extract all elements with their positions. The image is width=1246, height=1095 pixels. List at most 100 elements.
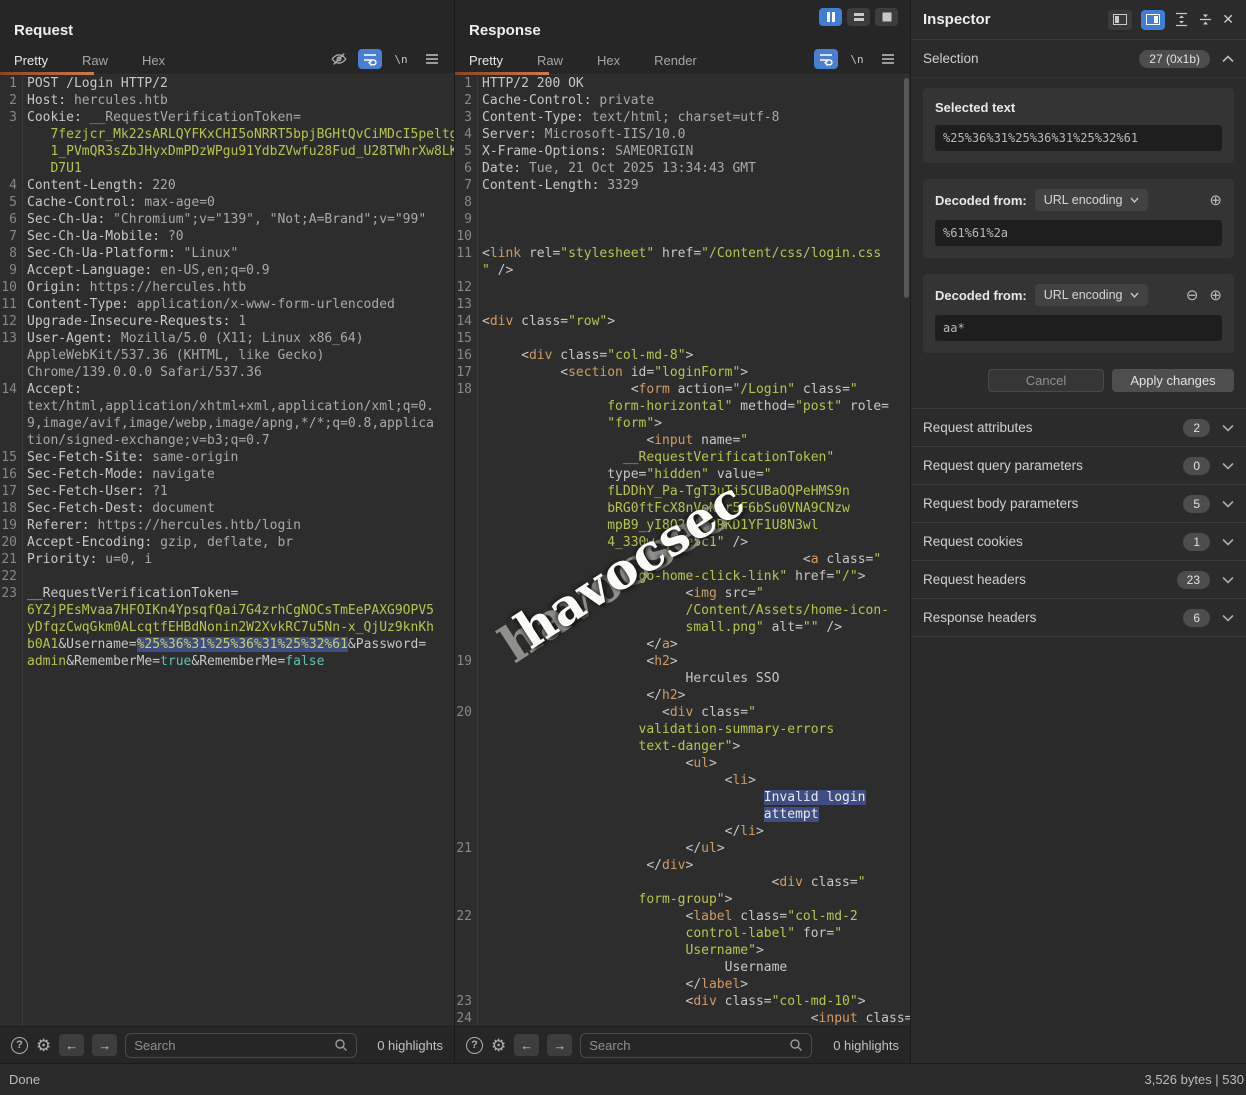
- editor-menu-icon[interactable]: [876, 49, 900, 69]
- request-editor-icons: \n: [327, 49, 444, 69]
- expand-all-icon[interactable]: [1174, 12, 1189, 27]
- chevron-down-icon[interactable]: [1222, 576, 1234, 584]
- code-line: <li>: [455, 772, 910, 789]
- chevron-up-icon[interactable]: [1222, 55, 1234, 63]
- section-request-query-parameters[interactable]: Request query parameters0: [911, 447, 1246, 485]
- response-search-input[interactable]: [589, 1038, 783, 1053]
- decoded-value[interactable]: %61%61%2a: [935, 220, 1222, 246]
- code-line: <ul>: [455, 755, 910, 772]
- hide-invisibles-icon[interactable]: [327, 49, 351, 69]
- remove-decoder-icon[interactable]: ⊖: [1186, 288, 1199, 303]
- encoding-select[interactable]: URL encoding: [1035, 189, 1148, 211]
- layout-rows-icon[interactable]: [847, 8, 870, 26]
- code-line: type="hidden" value=": [455, 466, 910, 483]
- line-number: [455, 925, 472, 942]
- request-highlight-count: 0 highlights: [377, 1038, 443, 1053]
- tab-hex[interactable]: Hex: [597, 53, 620, 68]
- prev-match-button[interactable]: ←: [514, 1034, 539, 1056]
- help-icon[interactable]: ?: [11, 1037, 28, 1054]
- next-match-button[interactable]: →: [92, 1034, 117, 1056]
- section-request-headers[interactable]: Request headers23: [911, 561, 1246, 599]
- line-number: [0, 432, 17, 449]
- encoding-select[interactable]: URL encoding: [1035, 284, 1148, 306]
- tab-pretty[interactable]: Pretty: [14, 53, 48, 68]
- code-line: 15: [455, 330, 910, 347]
- tab-pretty[interactable]: Pretty: [469, 53, 503, 68]
- size-timing-text: 3,526 bytes | 530: [1144, 1072, 1244, 1087]
- apply-changes-button[interactable]: Apply changes: [1112, 369, 1234, 392]
- section-request-attributes[interactable]: Request attributes2: [911, 409, 1246, 447]
- line-number: 19: [0, 517, 17, 534]
- line-number: [455, 755, 472, 772]
- line-number: [0, 398, 17, 415]
- line-number: [455, 449, 472, 466]
- request-editor[interactable]: 1POST /Login HTTP/22Host: hercules.htb3C…: [0, 75, 454, 1026]
- layout-single-icon[interactable]: [875, 8, 898, 26]
- chevron-down-icon[interactable]: [1222, 538, 1234, 546]
- editor-menu-icon[interactable]: [420, 49, 444, 69]
- tab-raw[interactable]: Raw: [82, 53, 108, 68]
- newline-toggle-icon[interactable]: \n: [845, 49, 869, 69]
- line-number: 19: [455, 653, 472, 670]
- line-number: 21: [455, 840, 472, 857]
- chevron-down-icon[interactable]: [1222, 500, 1234, 508]
- layout-columns-icon[interactable]: [819, 8, 842, 26]
- word-wrap-icon[interactable]: [814, 49, 838, 69]
- code-line: 18Sec-Fetch-Dest: document: [0, 500, 454, 517]
- selected-text-value[interactable]: %25%36%31%25%36%31%25%32%61: [935, 125, 1222, 151]
- dock-left-icon[interactable]: [1108, 10, 1132, 30]
- line-number: [455, 466, 472, 483]
- add-decoder-icon[interactable]: ⊕: [1209, 288, 1222, 303]
- tab-hex[interactable]: Hex: [142, 53, 165, 68]
- code-line: 21 </ul>: [455, 840, 910, 857]
- decoded-value[interactable]: aa*: [935, 315, 1222, 341]
- cancel-button[interactable]: Cancel: [988, 369, 1104, 392]
- add-decoder-icon[interactable]: ⊕: [1209, 193, 1222, 208]
- code-line: <a class=": [455, 551, 910, 568]
- chevron-down-icon[interactable]: [1222, 614, 1234, 622]
- code-line: Hercules SSO: [455, 670, 910, 687]
- count-badge: 0: [1183, 457, 1210, 475]
- collapse-all-icon[interactable]: [1198, 12, 1213, 27]
- code-line: </li>: [455, 823, 910, 840]
- prev-match-button[interactable]: ←: [59, 1034, 84, 1056]
- code-line: 2Host: hercules.htb: [0, 92, 454, 109]
- code-line: form-group">: [455, 891, 910, 908]
- code-line: AppleWebKit/537.36 (KHTML, like Gecko): [0, 347, 454, 364]
- section-request-body-parameters[interactable]: Request body parameters5: [911, 485, 1246, 523]
- code-line: 1_PVmQR3sZbJHyxDmPDzWPgu91YdbZVwfu28Fud_…: [0, 143, 454, 160]
- gear-icon[interactable]: ⚙: [491, 1037, 506, 1054]
- next-match-button[interactable]: →: [547, 1034, 572, 1056]
- section-request-cookies[interactable]: Request cookies1: [911, 523, 1246, 561]
- tab-raw[interactable]: Raw: [537, 53, 563, 68]
- response-editor[interactable]: 1HTTP/2 200 OK2Cache-Control: private3Co…: [455, 75, 910, 1026]
- gear-icon[interactable]: ⚙: [36, 1037, 51, 1054]
- section-response-headers[interactable]: Response headers6: [911, 599, 1246, 637]
- line-number: [455, 602, 472, 619]
- scrollbar-thumb[interactable]: [904, 78, 909, 298]
- code-line: fLDDhY_Pa-TgT3uTi5CUBaOQPeHMS9n: [455, 483, 910, 500]
- newline-toggle-icon[interactable]: \n: [389, 49, 413, 69]
- tab-render[interactable]: Render: [654, 53, 697, 68]
- request-search-input[interactable]: [134, 1038, 328, 1053]
- decoded-from-label: Decoded from:: [935, 288, 1027, 303]
- request-panel-header: Request PrettyRawHex \n: [0, 0, 454, 75]
- close-icon[interactable]: ✕: [1222, 11, 1234, 28]
- chevron-down-icon[interactable]: [1222, 462, 1234, 470]
- word-wrap-icon[interactable]: [358, 49, 382, 69]
- line-number: 24: [455, 1010, 472, 1026]
- dock-right-icon[interactable]: [1141, 10, 1165, 30]
- chevron-down-icon[interactable]: [1222, 424, 1234, 432]
- line-number: 10: [0, 279, 17, 296]
- section-label: Response headers: [923, 610, 1036, 625]
- code-line: Username: [455, 959, 910, 976]
- code-line: 22: [0, 568, 454, 585]
- code-line: <input name=": [455, 432, 910, 449]
- help-icon[interactable]: ?: [466, 1037, 483, 1054]
- code-line: 16 <div class="col-md-8">: [455, 347, 910, 364]
- code-line: 13: [455, 296, 910, 313]
- code-line: 5X-Frame-Options: SAMEORIGIN: [455, 143, 910, 160]
- selection-section-header[interactable]: Selection 27 (0x1b): [911, 40, 1246, 78]
- count-badge: 5: [1183, 495, 1210, 513]
- response-tabs: Pretty Raw Hex Render: [469, 46, 697, 74]
